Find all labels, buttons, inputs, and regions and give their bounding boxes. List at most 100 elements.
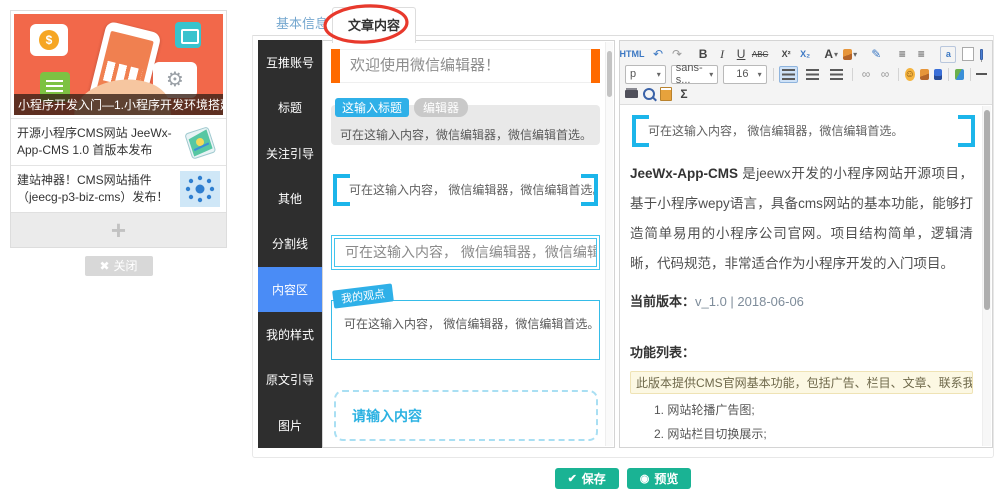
article-sidebar: $ ⚙ 小程序开发入门—1.小程序开发环境搭建 开源小程序CMS网站 JeeWx… xyxy=(10,10,227,276)
fullscreen-button[interactable] xyxy=(980,48,983,60)
article-editor-panel: 基本信息 文章内容 互推账号 标题 关注引导 其他 分割线 内容区 我的样式 原… xyxy=(252,4,994,458)
menu-item-my-styles[interactable]: 我的样式 xyxy=(258,312,322,357)
bracket-content-block[interactable]: 可在这输入内容， 微信编辑器，微信编辑首选。 xyxy=(333,174,598,206)
article-title: 建站神器！CMS网站插件（jeecg-p3-biz-cms）发布！ xyxy=(17,172,169,204)
paragraph-format-select[interactable]: p ▾ xyxy=(625,64,666,84)
featured-article-image[interactable]: $ ⚙ 小程序开发入门—1.小程序开发环境搭建 xyxy=(14,14,223,115)
gear-icon: ⚙ xyxy=(166,69,184,91)
editor-content-area[interactable]: 可在这输入内容， 微信编辑器，微信编辑首选。 JeeWx-App-CMS 是je… xyxy=(620,105,983,447)
ordered-list-button[interactable]: ≡ xyxy=(895,47,909,62)
print-button[interactable] xyxy=(625,90,638,98)
chevron-down-icon: ▾ xyxy=(757,69,762,79)
underline-button[interactable]: U xyxy=(734,47,748,62)
orange-bar-right xyxy=(591,49,600,83)
paste-button[interactable] xyxy=(660,87,672,101)
bracket-corner xyxy=(958,130,975,147)
highlight-color-button[interactable]: ▾ xyxy=(843,47,857,62)
plus-icon: + xyxy=(110,215,127,245)
menu-item-divider[interactable]: 分割线 xyxy=(258,221,322,266)
menu-item-title[interactable]: 标题 xyxy=(258,85,322,130)
subscript-button[interactable]: X₂ xyxy=(798,47,812,62)
font-color-button[interactable]: A ▾ xyxy=(824,47,838,62)
font-family-select[interactable]: sans-s... ▾ xyxy=(670,62,719,86)
bracket-content-text: 可在这输入内容， 微信编辑器，微信编辑首选。 xyxy=(648,124,904,138)
article-title: 开源小程序CMS网站 JeeWx-App-CMS 1.0 首版本发布 xyxy=(17,125,172,157)
insert-media-button[interactable] xyxy=(933,68,943,80)
align-center-icon xyxy=(806,68,820,80)
menu-item-images[interactable]: 图片 xyxy=(258,403,322,448)
anchor-button[interactable]: a xyxy=(940,45,957,63)
formula-button[interactable]: Σ xyxy=(677,87,691,102)
new-document-button[interactable] xyxy=(961,47,975,62)
menu-item-follow-guide[interactable]: 关注引导 xyxy=(258,131,322,176)
menu-item-other[interactable]: 其他 xyxy=(258,176,322,221)
save-button[interactable]: ✔ 保存 xyxy=(554,468,619,489)
strikethrough-button[interactable]: ABC xyxy=(752,47,768,62)
scrollbar-thumb[interactable] xyxy=(984,110,990,310)
check-icon: ✔ xyxy=(567,473,577,485)
scrollbar-thumb[interactable] xyxy=(607,51,612,97)
align-left-button[interactable] xyxy=(779,65,799,83)
italic-button[interactable]: I xyxy=(715,47,729,62)
double-border-text: 可在这输入内容， 微信编辑器，微信编辑首选。 xyxy=(345,244,596,260)
link-button[interactable]: ∞ xyxy=(859,67,873,82)
editor-scrollbar[interactable] xyxy=(982,106,991,446)
double-border-block[interactable]: 可在这输入内容， 微信编辑器，微信编辑首选。 xyxy=(331,235,600,270)
insert-map-button[interactable] xyxy=(954,68,964,80)
add-article-button[interactable]: + xyxy=(11,212,226,247)
project-name: JeeWx-App-CMS xyxy=(630,166,739,181)
camera-icon xyxy=(175,22,201,48)
tab-basic-info[interactable]: 基本信息 xyxy=(266,13,338,32)
menu-item-content-area[interactable]: 内容区 xyxy=(258,266,322,312)
version-value: v_1.0 | 2018-06-06 xyxy=(695,294,804,309)
bracket-corner xyxy=(632,130,649,147)
title-tag-secondary[interactable]: 编辑器 xyxy=(414,98,469,117)
chevron-down-icon: ▾ xyxy=(709,69,714,79)
title-tag-primary[interactable]: 这输入标题 xyxy=(335,98,410,117)
blank-page-icon xyxy=(962,47,975,61)
menu-item-source-guide[interactable]: 原文引导 xyxy=(258,357,322,402)
component-menu: 互推账号 标题 关注引导 其他 分割线 内容区 我的样式 原文引导 图片 xyxy=(258,40,322,448)
bold-button[interactable]: B xyxy=(696,47,710,62)
features-highlight: 此版本提供CMS官网基本功能，包括广告、栏目、文章、联系我们等; xyxy=(630,371,973,394)
preview-scrollbar[interactable] xyxy=(605,42,613,446)
viewpoint-block[interactable]: 可在这输入内容， 微信编辑器，微信编辑首选。 xyxy=(331,300,600,360)
menu-item-mutual-accounts[interactable]: 互推账号 xyxy=(258,40,322,85)
insert-image-button[interactable] xyxy=(919,68,929,80)
title-tags: 这输入标题 编辑器 xyxy=(335,98,469,117)
unordered-list-button[interactable]: ≡ xyxy=(914,47,928,62)
bracket-corner xyxy=(333,189,350,206)
orange-bar-left xyxy=(331,49,340,83)
close-button-label: 关闭 xyxy=(113,259,138,273)
html-source-button[interactable]: HTML xyxy=(620,47,645,62)
format-clear-button[interactable]: ✎ xyxy=(869,47,883,62)
tab-bar: 基本信息 文章内容 xyxy=(252,4,994,44)
empty-content-placeholder[interactable]: 请输入内容 xyxy=(334,390,598,441)
editor-toolbar: HTML ↶ ↷ B I U ABC X² X₂ A ▾ ▾ ✎ ≡ ≡ a p… xyxy=(620,41,992,105)
style-preview-column: 欢迎使用微信编辑器！ 这输入标题 编辑器 可在这输入内容，微信编辑器，微信编辑首… xyxy=(322,40,615,448)
save-button-label: 保存 xyxy=(581,472,606,486)
emoticon-button[interactable]: ☺ xyxy=(904,67,915,81)
horizontal-rule-button[interactable] xyxy=(976,73,987,75)
features-title: 功能列表： xyxy=(630,345,696,360)
preview-zoom-button[interactable] xyxy=(643,88,655,100)
tab-article-content[interactable]: 文章内容 xyxy=(332,7,417,43)
viewpoint-text: 可在这输入内容， 微信编辑器，微信编辑首选。 xyxy=(344,317,599,331)
unlink-button[interactable]: ∞ xyxy=(878,67,892,82)
align-center-button[interactable] xyxy=(803,66,822,83)
eye-icon: ◉ xyxy=(639,473,650,485)
superscript-button[interactable]: X² xyxy=(779,47,793,62)
redo-button[interactable]: ↷ xyxy=(670,47,684,62)
undo-button[interactable]: ↶ xyxy=(651,47,665,62)
bracket-content-block[interactable]: 可在这输入内容， 微信编辑器，微信编辑首选。 xyxy=(632,115,975,147)
featured-article-caption: 小程序开发入门—1.小程序开发环境搭建 xyxy=(14,94,223,115)
align-right-button[interactable] xyxy=(827,66,846,83)
close-button[interactable]: ✖ 关闭 xyxy=(84,256,153,276)
features-list: 1. 网站轮播广告图; 2. 网站栏目切换展示; 3. 网站栏目专题图文展示; … xyxy=(630,401,973,447)
welcome-title-block[interactable]: 欢迎使用微信编辑器！ xyxy=(331,49,600,83)
preview-button[interactable]: ◉ 预览 xyxy=(626,468,692,489)
richtext-editor-column: HTML ↶ ↷ B I U ABC X² X₂ A ▾ ▾ ✎ ≡ ≡ a p… xyxy=(619,40,993,448)
article-list-item[interactable]: 开源小程序CMS网站 JeeWx-App-CMS 1.0 首版本发布 xyxy=(11,118,226,165)
article-list-item[interactable]: 建站神器！CMS网站插件（jeecg-p3-biz-cms）发布！ xyxy=(11,165,226,212)
font-size-select[interactable]: 16 ▾ xyxy=(723,64,767,84)
